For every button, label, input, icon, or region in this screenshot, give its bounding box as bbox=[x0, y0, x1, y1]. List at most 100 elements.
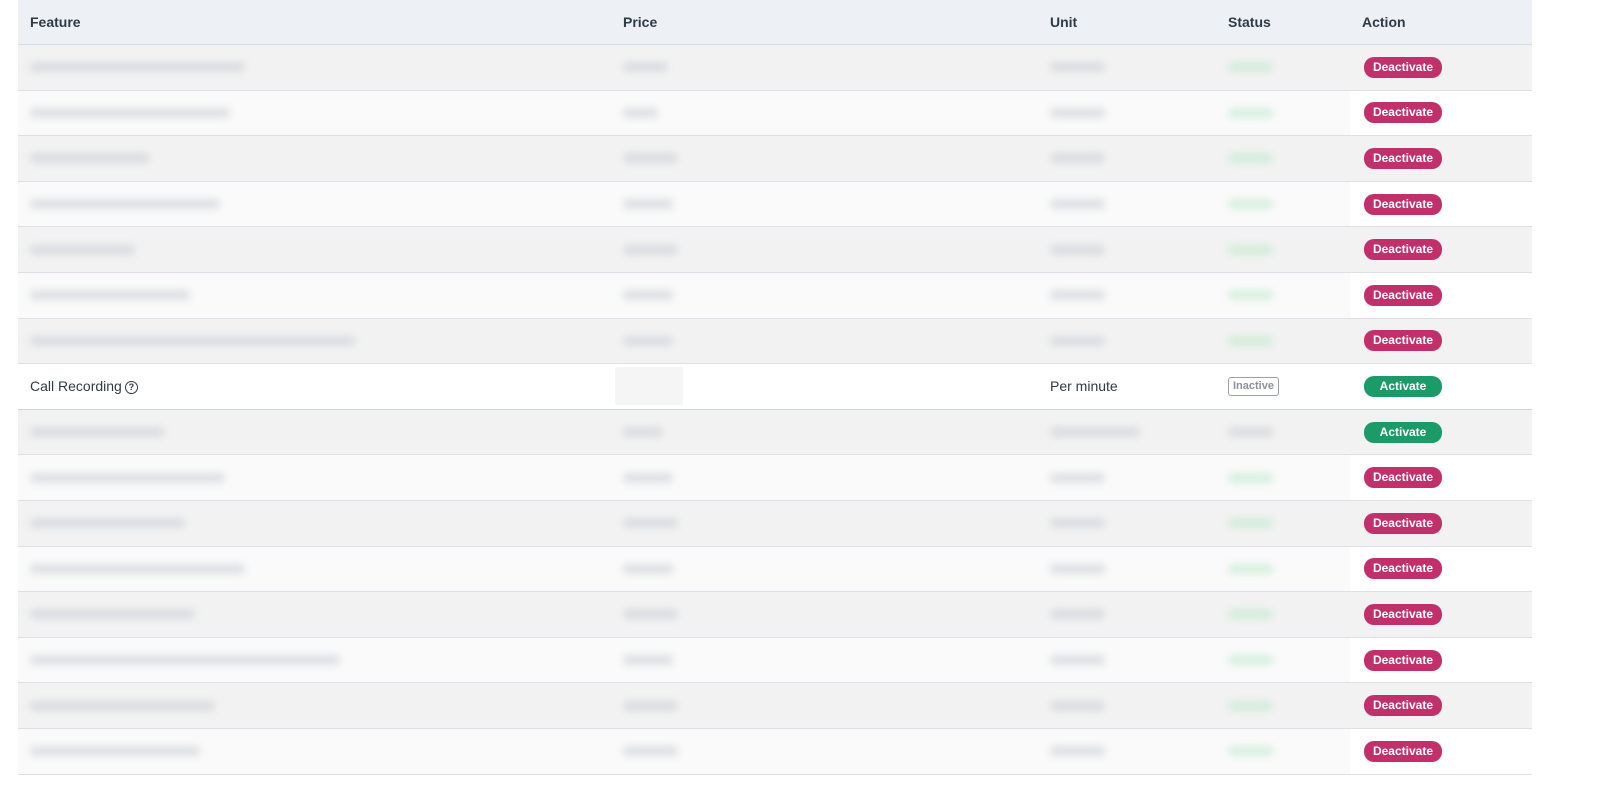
cell-unit bbox=[1038, 592, 1216, 638]
deactivate-button[interactable]: Deactivate bbox=[1364, 102, 1442, 124]
redacted-price bbox=[623, 107, 658, 118]
table-row: Deactivate bbox=[18, 500, 1532, 547]
cell-status bbox=[1216, 500, 1350, 546]
table-header: Feature Price Unit Status Action bbox=[18, 0, 1532, 45]
cell-status bbox=[1216, 728, 1350, 774]
cell-unit bbox=[1038, 455, 1216, 501]
cell-unit bbox=[1038, 500, 1216, 546]
table-row: Call Recording? Per minute Inactive Activat… bbox=[18, 363, 1532, 410]
activate-button[interactable]: Activate bbox=[1364, 375, 1442, 397]
cell-price bbox=[611, 227, 1038, 273]
redacted-feature bbox=[30, 746, 200, 757]
cell-unit bbox=[1038, 637, 1216, 683]
deactivate-button[interactable]: Deactivate bbox=[1364, 603, 1442, 625]
redacted-unit bbox=[1050, 199, 1105, 210]
cell-action: Deactivate bbox=[1350, 90, 1532, 136]
cell-action: Deactivate bbox=[1350, 226, 1532, 273]
cell-unit bbox=[1038, 683, 1216, 729]
deactivate-button[interactable]: Deactivate bbox=[1364, 330, 1442, 352]
redacted-unit bbox=[1050, 153, 1105, 164]
redacted-status bbox=[1228, 655, 1273, 666]
cell-feature bbox=[18, 728, 611, 774]
cell-price bbox=[611, 136, 1038, 182]
scrollbar[interactable] bbox=[1550, 0, 1598, 792]
redacted-feature bbox=[30, 655, 340, 666]
deactivate-button[interactable]: Deactivate bbox=[1364, 284, 1442, 306]
cell-action: Deactivate bbox=[1350, 500, 1532, 547]
cell-feature bbox=[18, 500, 611, 546]
cell-status bbox=[1216, 272, 1350, 318]
cell-status bbox=[1216, 318, 1350, 364]
deactivate-button[interactable]: Deactivate bbox=[1364, 695, 1442, 717]
deactivate-button[interactable]: Deactivate bbox=[1364, 740, 1442, 762]
redacted-feature bbox=[30, 290, 190, 301]
cell-price bbox=[611, 272, 1038, 318]
redacted-price bbox=[623, 62, 668, 73]
table-row: Deactivate bbox=[18, 135, 1532, 182]
deactivate-button[interactable]: Deactivate bbox=[1364, 649, 1442, 671]
redacted-price bbox=[623, 609, 678, 620]
redacted-unit bbox=[1050, 609, 1105, 620]
column-header-feature: Feature bbox=[18, 0, 611, 45]
cell-price bbox=[611, 683, 1038, 729]
redacted-unit bbox=[1050, 563, 1105, 574]
cell-price bbox=[611, 318, 1038, 364]
table-row: Deactivate bbox=[18, 318, 1532, 364]
redacted-status bbox=[1228, 609, 1273, 620]
help-icon[interactable]: ? bbox=[124, 381, 138, 395]
cell-status bbox=[1216, 181, 1350, 227]
redacted-price bbox=[623, 153, 678, 164]
cell-unit: Per minute bbox=[1038, 364, 1216, 410]
deactivate-button[interactable]: Deactivate bbox=[1364, 467, 1442, 489]
redacted-feature bbox=[30, 244, 135, 255]
redacted-status bbox=[1228, 244, 1273, 255]
table-row: Deactivate bbox=[18, 90, 1532, 136]
cell-feature bbox=[18, 181, 611, 227]
redacted-status bbox=[1228, 290, 1273, 301]
cell-feature bbox=[18, 90, 611, 136]
cell-action: Deactivate bbox=[1350, 637, 1532, 683]
cell-price bbox=[611, 500, 1038, 546]
redacted-status bbox=[1228, 107, 1273, 118]
deactivate-button[interactable]: Deactivate bbox=[1364, 56, 1442, 78]
deactivate-button[interactable]: Deactivate bbox=[1364, 512, 1442, 534]
unit-text: Per minute bbox=[1050, 378, 1118, 395]
table-row: Deactivate bbox=[18, 682, 1532, 729]
cell-action: Deactivate bbox=[1350, 546, 1532, 592]
cell-price bbox=[611, 90, 1038, 136]
redacted-price bbox=[623, 700, 678, 711]
cell-status bbox=[1216, 455, 1350, 501]
redacted-feature bbox=[30, 700, 215, 711]
deactivate-button[interactable]: Deactivate bbox=[1364, 193, 1442, 215]
cell-action: Deactivate bbox=[1350, 135, 1532, 182]
cell-price bbox=[611, 592, 1038, 638]
table-row: Deactivate bbox=[18, 728, 1532, 774]
cell-feature bbox=[18, 592, 611, 638]
redacted-price bbox=[615, 367, 683, 406]
table-row: Deactivate bbox=[18, 637, 1532, 683]
cell-status bbox=[1216, 90, 1350, 136]
cell-action: Deactivate bbox=[1350, 44, 1532, 91]
redacted-feature bbox=[30, 199, 220, 210]
redacted-feature bbox=[30, 153, 150, 164]
cell-status bbox=[1216, 683, 1350, 729]
cell-action: Deactivate bbox=[1350, 454, 1532, 501]
cell-status bbox=[1216, 409, 1350, 455]
cell-action: Deactivate bbox=[1350, 682, 1532, 729]
redacted-status bbox=[1228, 518, 1273, 529]
feature-name: Call Recording bbox=[30, 378, 122, 395]
cell-price bbox=[611, 546, 1038, 592]
deactivate-button[interactable]: Deactivate bbox=[1364, 558, 1442, 580]
activate-button[interactable]: Activate bbox=[1364, 421, 1442, 443]
cell-feature bbox=[18, 45, 611, 91]
cell-unit bbox=[1038, 90, 1216, 136]
cell-action: Deactivate bbox=[1350, 728, 1532, 774]
cell-status bbox=[1216, 136, 1350, 182]
cell-status bbox=[1216, 592, 1350, 638]
cell-price bbox=[611, 409, 1038, 455]
deactivate-button[interactable]: Deactivate bbox=[1364, 147, 1442, 169]
redacted-unit bbox=[1050, 335, 1105, 346]
table-row: Activate bbox=[18, 409, 1532, 455]
deactivate-button[interactable]: Deactivate bbox=[1364, 239, 1442, 261]
redacted-status bbox=[1228, 746, 1273, 757]
